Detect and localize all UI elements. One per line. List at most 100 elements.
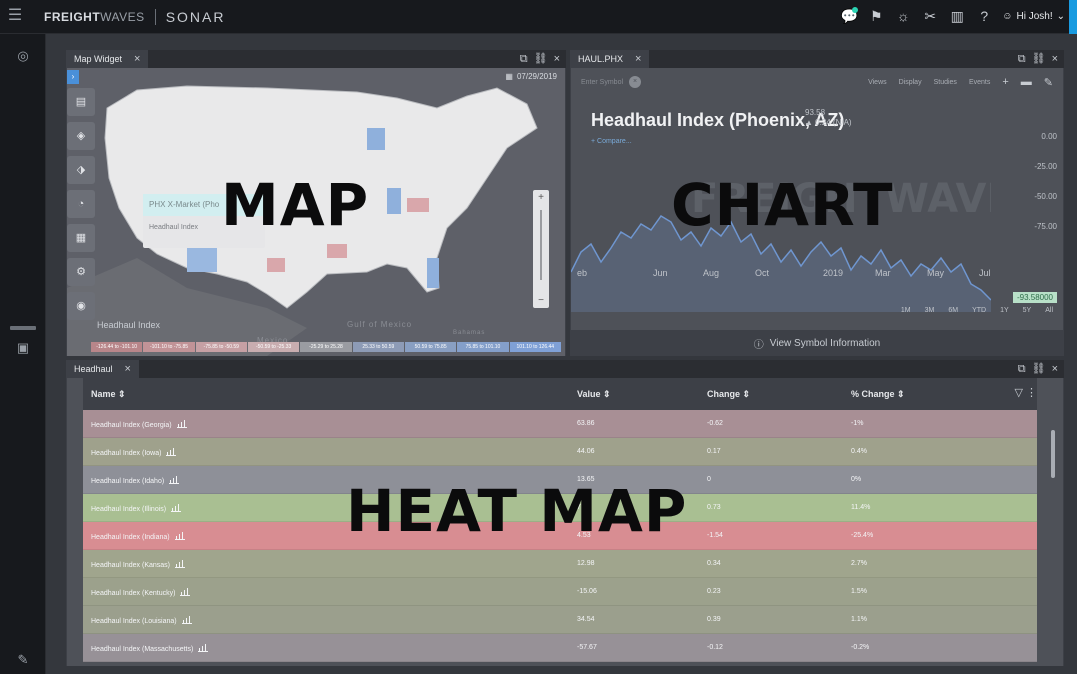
- cell-name-text: Headhaul Index (Idaho): [91, 478, 165, 485]
- tab-map-widget[interactable]: Map Widget ×: [66, 50, 149, 68]
- location-pin-icon[interactable]: ◉: [67, 292, 95, 320]
- draw-icon[interactable]: ✎: [1044, 76, 1053, 89]
- tab-headhaul[interactable]: Headhaul ×: [66, 360, 139, 378]
- compare-link[interactable]: + Compare...: [591, 138, 632, 145]
- table-row[interactable]: Headhaul Index (Kentucky) -15.06 0.23 1.5%: [83, 578, 1037, 606]
- close-panel-icon[interactable]: ×: [1052, 52, 1058, 66]
- popout-icon[interactable]: ⧉: [1018, 52, 1026, 66]
- table-icon[interactable]: ▦: [67, 224, 95, 252]
- cell-name-text: Headhaul Index (Louisiana): [91, 618, 177, 625]
- chart-bars-icon[interactable]: [174, 532, 185, 540]
- close-panel-icon[interactable]: ×: [554, 52, 560, 66]
- save-icon[interactable]: ▣: [15, 340, 31, 356]
- calendar-tool-icon[interactable]: ▤: [67, 88, 95, 116]
- col-value-header[interactable]: Value ⇕: [577, 389, 611, 400]
- clear-symbol-icon[interactable]: ×: [629, 76, 642, 88]
- user-menu[interactable]: ☺ Hi Josh! ⌄: [1002, 11, 1065, 22]
- zoom-out-icon[interactable]: −: [533, 295, 549, 306]
- tab-label: HAUL.PHX: [578, 54, 624, 64]
- link-icon[interactable]: ⛓: [534, 52, 548, 66]
- add-icon[interactable]: +: [1002, 76, 1008, 88]
- menu-studies[interactable]: Studies: [934, 79, 957, 86]
- popout-icon[interactable]: ⧉: [1018, 362, 1026, 376]
- x-tick: Mar: [875, 268, 891, 278]
- sidebar-resize-handle[interactable]: [10, 326, 36, 330]
- menu-events[interactable]: Events: [969, 79, 990, 86]
- brand-name-light: WAVES: [100, 10, 145, 24]
- range-3m[interactable]: 3M: [925, 307, 935, 314]
- map-date-picker[interactable]: ▦ 07/29/2019: [505, 72, 557, 81]
- chart-bars-icon[interactable]: ▥: [948, 7, 966, 25]
- compass-icon[interactable]: ◎: [15, 48, 31, 64]
- zoom-slider-track[interactable]: [540, 210, 542, 280]
- chart-bars-icon[interactable]: [180, 588, 191, 596]
- hamburger-menu-icon[interactable]: ☰: [6, 8, 24, 24]
- close-icon[interactable]: ×: [125, 360, 131, 378]
- table-row[interactable]: Headhaul Index (Massachusetts) -57.67 -0.1…: [83, 634, 1037, 662]
- col-name-header[interactable]: Name ⇕: [91, 389, 126, 400]
- flag-icon[interactable]: ⚑: [867, 7, 885, 25]
- legend-swatch: -50.59 to -25.33: [247, 342, 300, 352]
- layers-icon[interactable]: ◈: [67, 122, 95, 150]
- chart-price-block: 93.58 ▲ 0.24 (N/A): [805, 108, 852, 128]
- link-icon[interactable]: ⛓: [1032, 52, 1046, 66]
- close-icon[interactable]: ×: [635, 50, 641, 68]
- chart-bars-icon[interactable]: [176, 420, 187, 428]
- cell-value: 12.98: [577, 560, 595, 567]
- more-options-icon[interactable]: ⋮: [1026, 387, 1037, 399]
- comment-icon[interactable]: ▬: [1021, 76, 1032, 88]
- range-6m[interactable]: 6M: [948, 307, 958, 314]
- chart-bars-icon[interactable]: [198, 644, 209, 652]
- add-button[interactable]: [1069, 0, 1077, 34]
- tab-haul-phx[interactable]: HAUL.PHX ×: [570, 50, 650, 68]
- col-value-label: Value: [577, 388, 601, 399]
- popout-icon[interactable]: ⧉: [520, 52, 528, 66]
- cell-value: -57.67: [577, 644, 597, 651]
- brand-logo[interactable]: FREIGHT WAVES SONAR: [44, 9, 225, 25]
- settings-icon[interactable]: ⚙: [67, 258, 95, 286]
- range-1y[interactable]: 1Y: [1000, 307, 1009, 314]
- cell-pct-change-text: -1%: [851, 420, 864, 427]
- table-row[interactable]: Headhaul Index (Iowa) 44.06 0.17 0.4%: [83, 438, 1037, 466]
- range-1m[interactable]: 1M: [901, 307, 911, 314]
- link-icon[interactable]: ⛓: [1032, 362, 1046, 376]
- col-pct-change-header[interactable]: % Change ⇕: [851, 389, 905, 400]
- table-scrollbar[interactable]: [1051, 430, 1055, 478]
- lightbulb-icon[interactable]: ☼: [894, 7, 912, 25]
- table-row[interactable]: Headhaul Index (Kansas) 12.98 0.34 2.7%: [83, 550, 1037, 578]
- tools-icon[interactable]: ✂: [921, 7, 939, 25]
- chart-bars-icon[interactable]: [181, 616, 192, 624]
- range-all[interactable]: All: [1045, 307, 1053, 314]
- timer-icon[interactable]: ◔: [67, 190, 95, 218]
- chart-bars-icon[interactable]: [169, 476, 180, 484]
- view-symbol-info-button[interactable]: ⓘ View Symbol Information: [571, 330, 1063, 356]
- close-panel-icon[interactable]: ×: [1052, 362, 1058, 376]
- zoom-control[interactable]: + −: [533, 190, 549, 308]
- chat-icon[interactable]: 💬: [840, 7, 859, 25]
- table-row[interactable]: Headhaul Index (Louisiana) 34.54 0.39 1.1%: [83, 606, 1037, 634]
- zoom-in-icon[interactable]: +: [533, 192, 549, 203]
- symbol-input[interactable]: Enter Symbol ×: [581, 76, 642, 88]
- pencil-icon[interactable]: ✎: [15, 652, 31, 668]
- menu-views[interactable]: Views: [868, 79, 887, 86]
- map-date: 07/29/2019: [516, 72, 557, 81]
- legend-swatch: 75.85 to 101.10: [457, 342, 509, 352]
- table-row[interactable]: Headhaul Index (Georgia) 63.86 -0.62 -1%: [83, 410, 1037, 438]
- menu-display[interactable]: Display: [899, 79, 922, 86]
- chart-bars-icon[interactable]: [171, 504, 182, 512]
- heat-panel-controls: ⧉ ⛓ ×: [1018, 362, 1058, 376]
- help-icon[interactable]: ?: [975, 7, 993, 25]
- calendar-icon: ▦: [505, 72, 513, 81]
- cell-name: Headhaul Index (Kansas): [91, 560, 185, 569]
- col-change-header[interactable]: Change ⇕: [707, 389, 750, 400]
- map-region-blue: [427, 258, 439, 288]
- chart-bars-icon[interactable]: [166, 448, 177, 456]
- filter-icon[interactable]: ▽: [1014, 387, 1022, 399]
- tag-icon[interactable]: ⬗: [67, 156, 95, 184]
- close-icon[interactable]: ×: [134, 50, 140, 68]
- chart-price: 93.58: [805, 108, 826, 117]
- range-ytd[interactable]: YTD: [972, 307, 986, 314]
- range-5y[interactable]: 5Y: [1023, 307, 1032, 314]
- chart-bars-icon[interactable]: [175, 560, 185, 568]
- expand-tools-button[interactable]: ›: [67, 70, 79, 84]
